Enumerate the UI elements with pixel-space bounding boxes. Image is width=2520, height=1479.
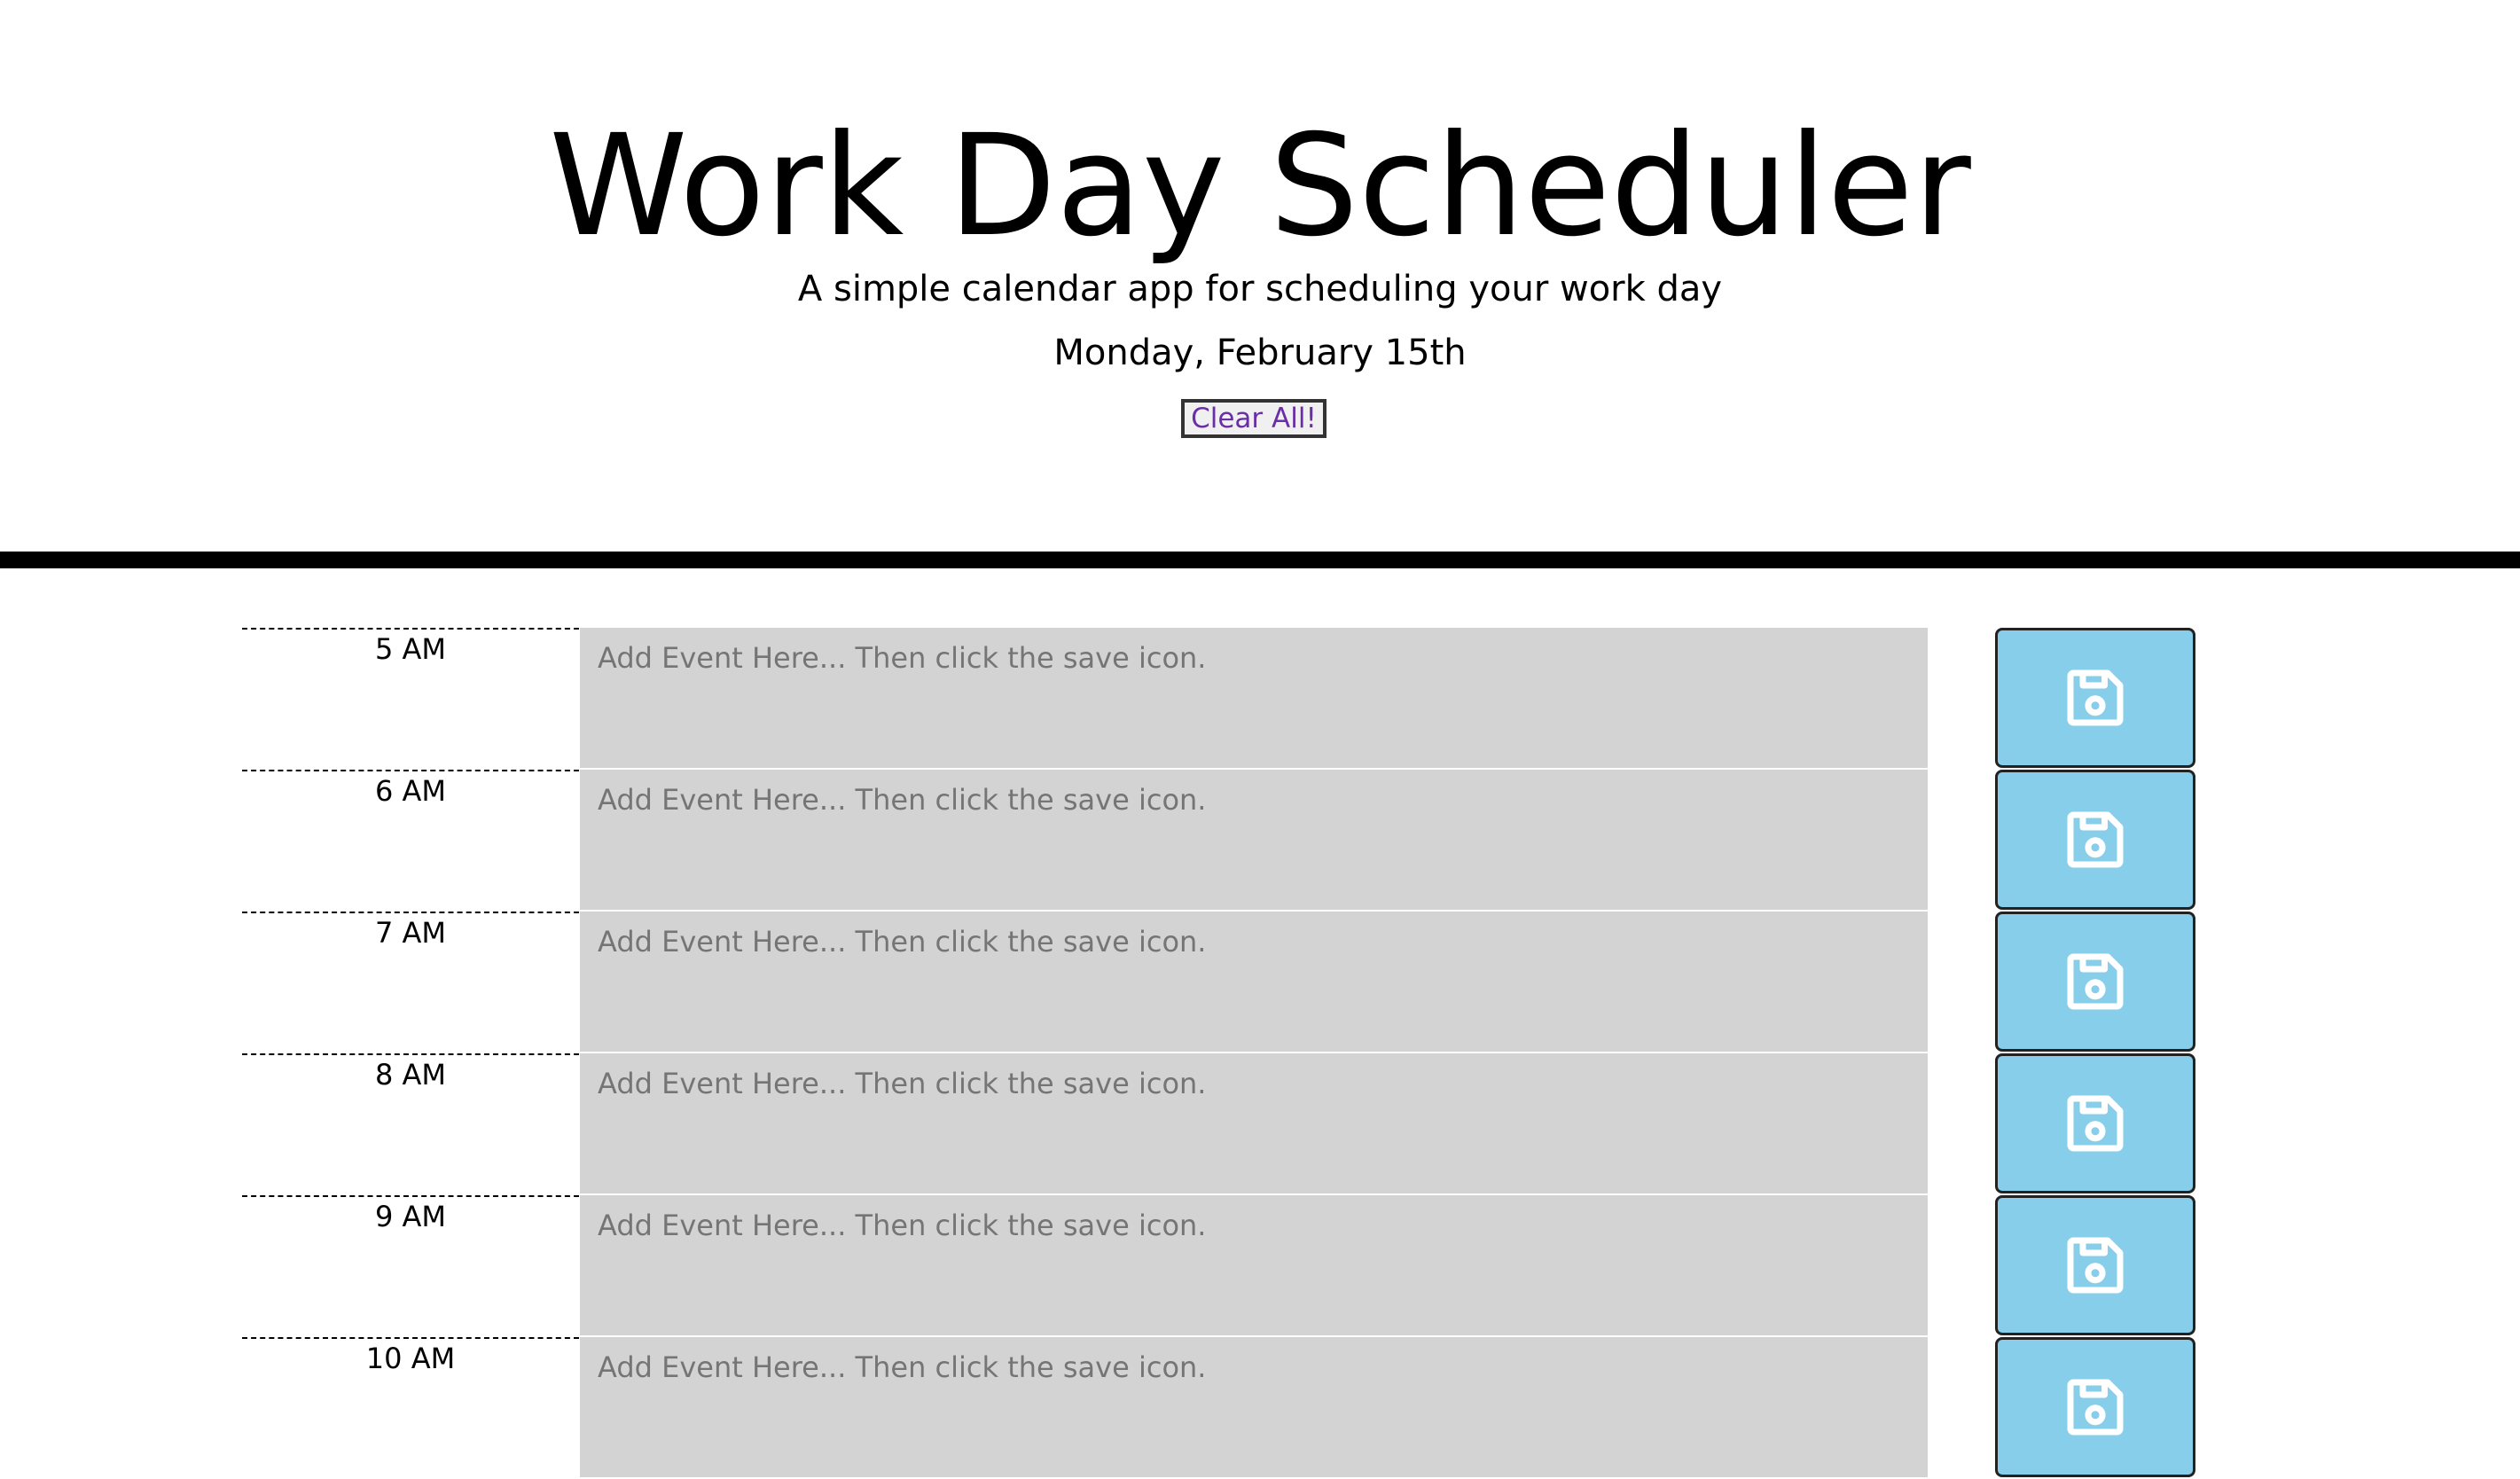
- save-button[interactable]: [1995, 1195, 2195, 1335]
- time-block-row: 5 AM: [0, 628, 2520, 770]
- event-input[interactable]: [580, 628, 1928, 768]
- time-block-row: 8 AM: [0, 1053, 2520, 1195]
- hour-label: 6 AM: [242, 770, 579, 912]
- save-button[interactable]: [1995, 912, 2195, 1052]
- jumbotron-header: Work Day Scheduler A simple calendar app…: [0, 0, 2520, 552]
- save-icon: [2058, 1228, 2133, 1303]
- time-block-row: 9 AM: [0, 1195, 2520, 1337]
- event-input[interactable]: [580, 1195, 1928, 1335]
- save-button[interactable]: [1995, 1053, 2195, 1193]
- save-button[interactable]: [1995, 770, 2195, 910]
- hour-label: 7 AM: [242, 912, 579, 1053]
- save-button[interactable]: [1995, 628, 2195, 768]
- save-icon: [2058, 661, 2133, 735]
- save-icon: [2058, 944, 2133, 1019]
- hour-label: 9 AM: [242, 1195, 579, 1337]
- clear-all-button[interactable]: Clear All!: [1181, 399, 1327, 438]
- current-day: Monday, February 15th: [1053, 333, 1467, 373]
- save-icon: [2058, 802, 2133, 877]
- event-input[interactable]: [580, 770, 1928, 910]
- time-block-row: 7 AM: [0, 912, 2520, 1053]
- page-subtitle: A simple calendar app for scheduling you…: [797, 269, 1723, 309]
- hour-label: 5 AM: [242, 628, 579, 770]
- hour-label: 8 AM: [242, 1053, 579, 1195]
- header-divider: [0, 552, 2520, 568]
- hour-label: 10 AM: [242, 1337, 579, 1479]
- time-block-row: 10 AM: [0, 1337, 2520, 1479]
- save-button[interactable]: [1995, 1337, 2195, 1477]
- event-input[interactable]: [580, 1337, 1928, 1477]
- page-title: Work Day Scheduler: [549, 105, 1971, 268]
- time-block-row: 6 AM: [0, 770, 2520, 912]
- save-icon: [2058, 1086, 2133, 1161]
- event-input[interactable]: [580, 1053, 1928, 1193]
- event-input[interactable]: [580, 912, 1928, 1052]
- save-icon: [2058, 1370, 2133, 1444]
